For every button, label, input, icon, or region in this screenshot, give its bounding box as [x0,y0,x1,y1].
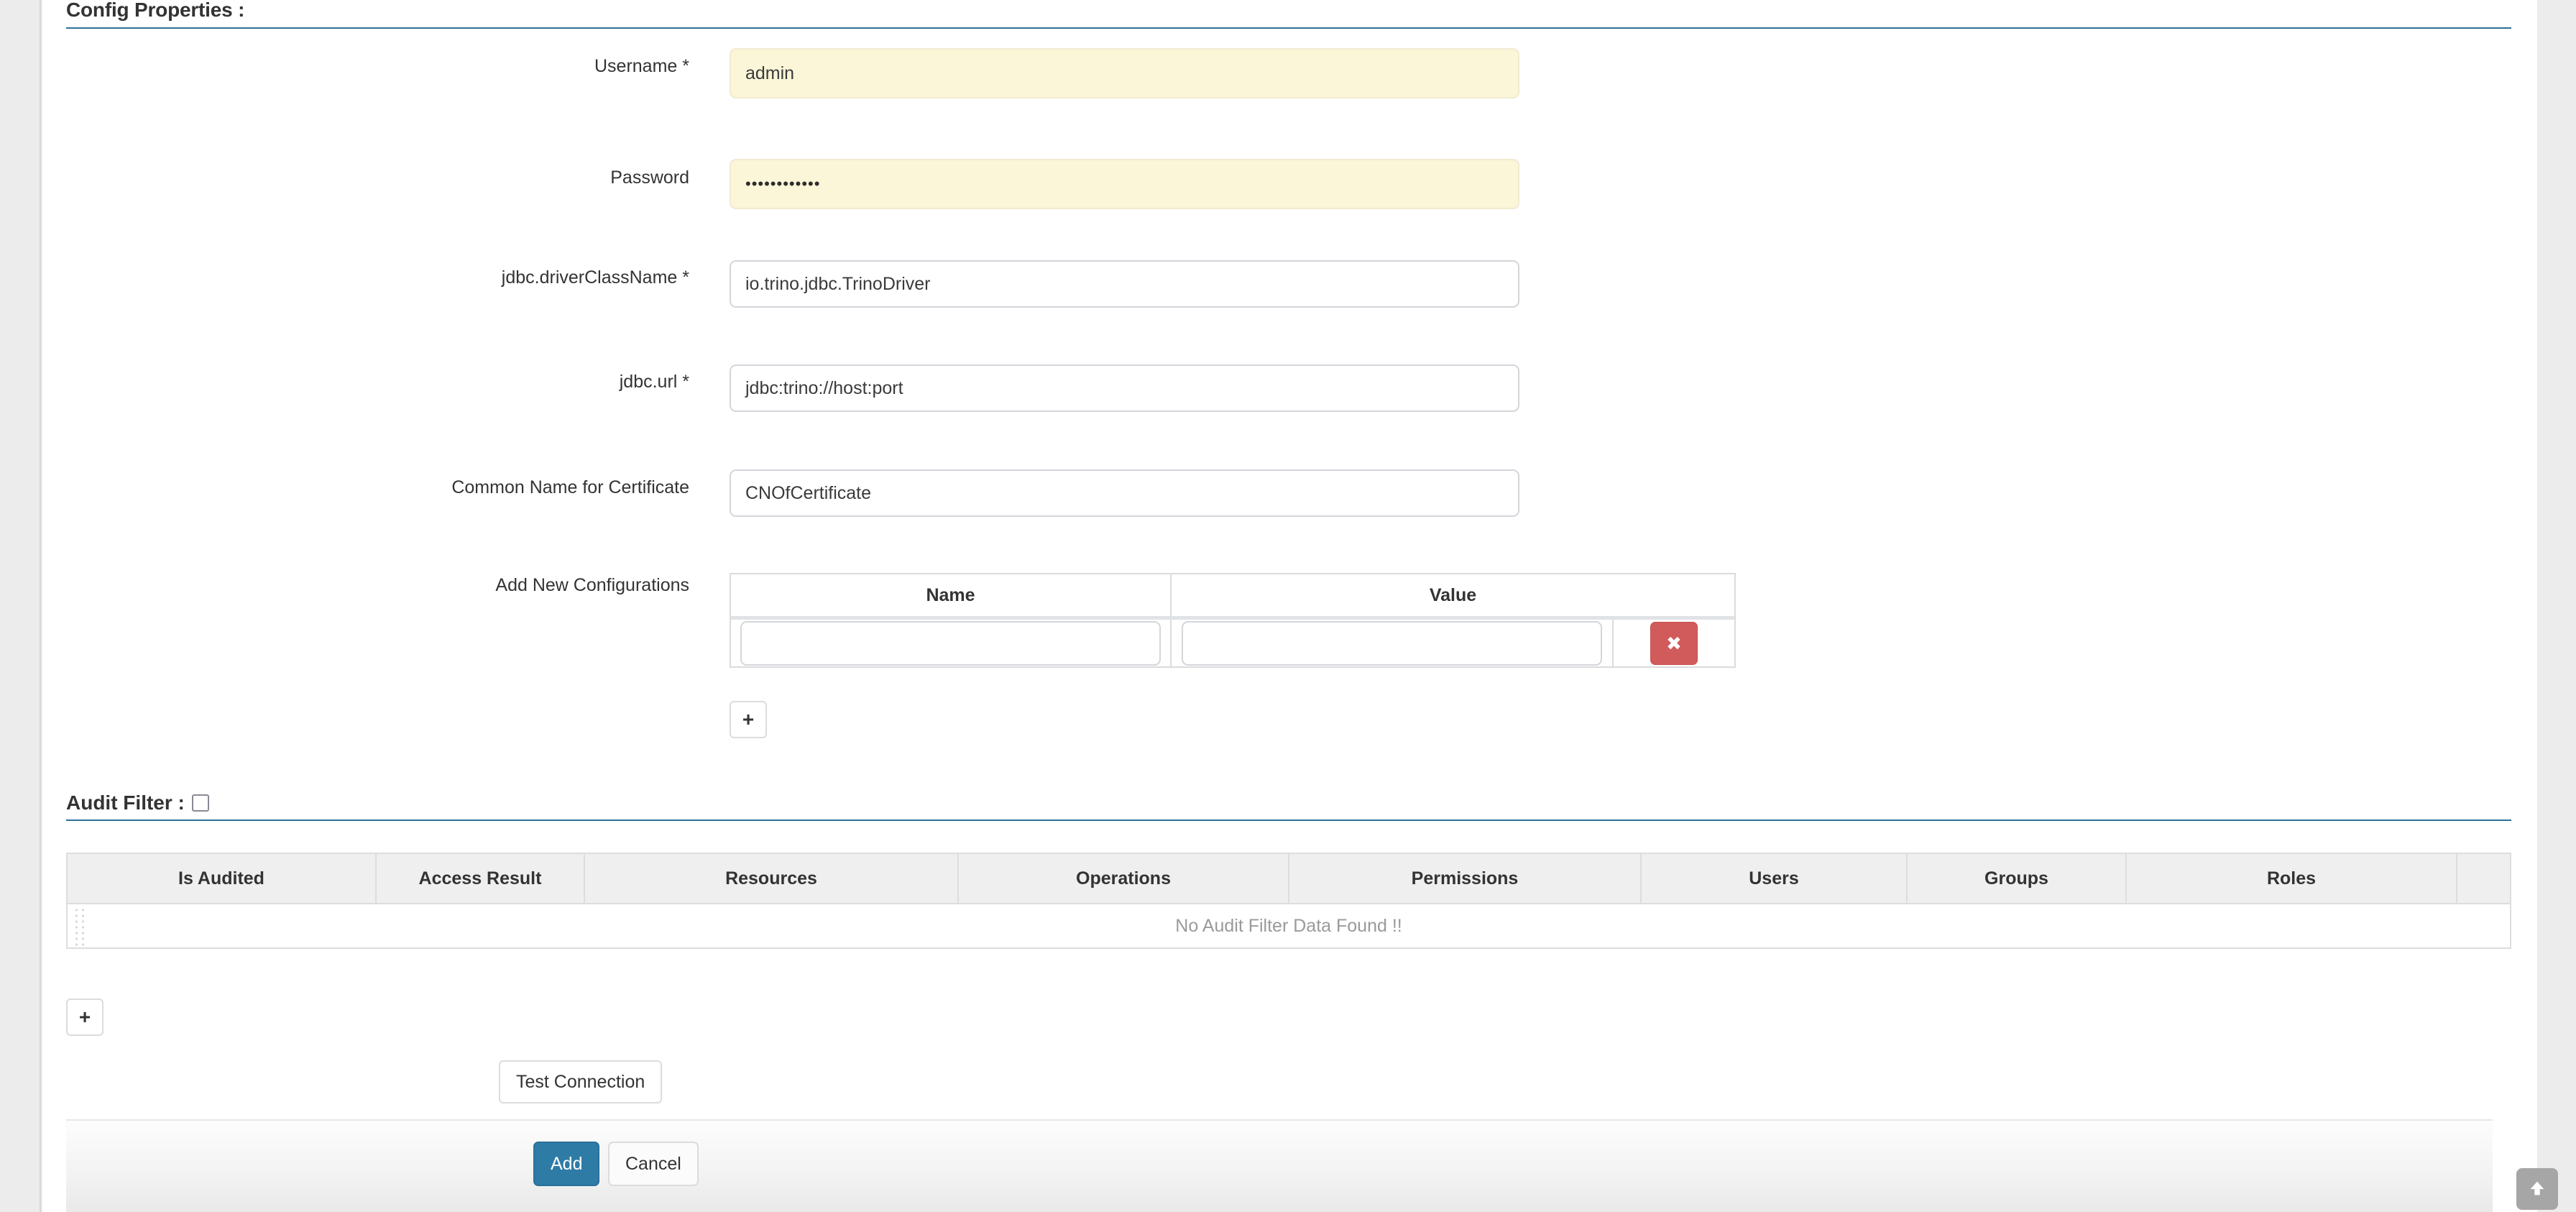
audit-filter-table: Is Audited Access Result Resources Opera… [66,853,2511,949]
jdbc-driverclassname-value: io.trino.jdbc.TrinoDriver [745,273,931,294]
audit-empty-message: No Audit Filter Data Found !! [1175,915,1402,936]
audit-table-header-row: Is Audited Access Result Resources Opera… [68,854,2510,903]
delete-config-row-button[interactable]: ✖ [1650,621,1698,665]
main-content-panel: Config Properties : Username * admin Pas… [42,0,2537,1212]
config-value-input[interactable] [1182,620,1602,666]
password-label: Password [610,167,689,188]
add-audit-filter-row-button[interactable]: + [66,998,104,1036]
config-table-row: ✖ [731,620,1734,666]
test-connection-label: Test Connection [516,1071,645,1092]
drag-handle-icon[interactable] [73,907,86,946]
plus-icon: + [742,708,755,730]
add-new-configurations-label: Add New Configurations [495,575,689,595]
close-icon: ✖ [1666,632,1682,654]
add-button[interactable]: Add [533,1142,600,1186]
audit-filter-title: Audit Filter : [66,791,185,814]
username-input[interactable]: admin [730,48,1519,98]
config-column-value: Value [1429,584,1477,605]
scroll-to-top-button[interactable] [2516,1168,2558,1210]
jdbc-driverclassname-label: jdbc.driverClassName * [501,267,689,288]
audit-column-operations: Operations [959,854,1289,903]
audit-filter-checkbox[interactable] [191,794,209,812]
audit-column-permissions: Permissions [1289,854,1642,903]
cancel-button[interactable]: Cancel [608,1142,699,1186]
audit-column-roles: Roles [2127,854,2457,903]
audit-filter-heading: Audit Filter : [66,791,209,814]
jdbc-url-label: jdbc.url * [619,372,689,392]
config-properties-divider [66,27,2511,29]
password-input-value: •••••••••••• [745,175,821,193]
config-name-input[interactable] [740,620,1161,666]
cancel-button-label: Cancel [625,1153,681,1174]
audit-filter-divider [66,820,2511,821]
common-name-certificate-value: CNOfCertificate [745,482,872,503]
add-config-row-button[interactable]: + [730,701,767,738]
jdbc-url-input[interactable]: jdbc:trino://host:port [730,364,1519,412]
audit-column-access-result: Access Result [377,854,585,903]
left-sidebar-strip [0,0,41,1212]
username-label: Username * [594,56,689,76]
audit-column-users: Users [1642,854,1908,903]
page-root: Config Properties : Username * admin Pas… [0,0,2576,1212]
jdbc-url-value: jdbc:trino://host:port [745,377,903,398]
audit-column-resources: Resources [585,854,959,903]
config-cell-name [731,620,1172,666]
form-footer: Add Cancel [66,1119,2493,1212]
config-table-header-row: Name Value [731,574,1734,620]
right-gutter [2537,0,2576,1212]
password-input[interactable]: •••••••••••• [730,159,1519,209]
username-input-value: admin [745,63,795,83]
audit-column-actions [2457,854,2510,903]
config-cell-value [1172,620,1614,666]
audit-table-empty-row: No Audit Filter Data Found !! [68,903,2510,947]
common-name-certificate-label: Common Name for Certificate [451,477,689,497]
audit-column-groups: Groups [1908,854,2127,903]
config-column-name: Name [731,574,1172,616]
add-new-configurations-table: Name Value ✖ [730,573,1736,668]
jdbc-driverclassname-input[interactable]: io.trino.jdbc.TrinoDriver [730,260,1519,308]
arrow-up-icon [2527,1178,2547,1200]
test-connection-button[interactable]: Test Connection [499,1060,663,1103]
config-properties-title: Config Properties : [66,0,245,21]
add-button-label: Add [551,1153,583,1174]
common-name-certificate-input[interactable]: CNOfCertificate [730,469,1519,517]
plus-icon: + [78,1006,91,1028]
audit-column-is-audited: Is Audited [68,854,377,903]
config-cell-actions: ✖ [1614,620,1734,666]
